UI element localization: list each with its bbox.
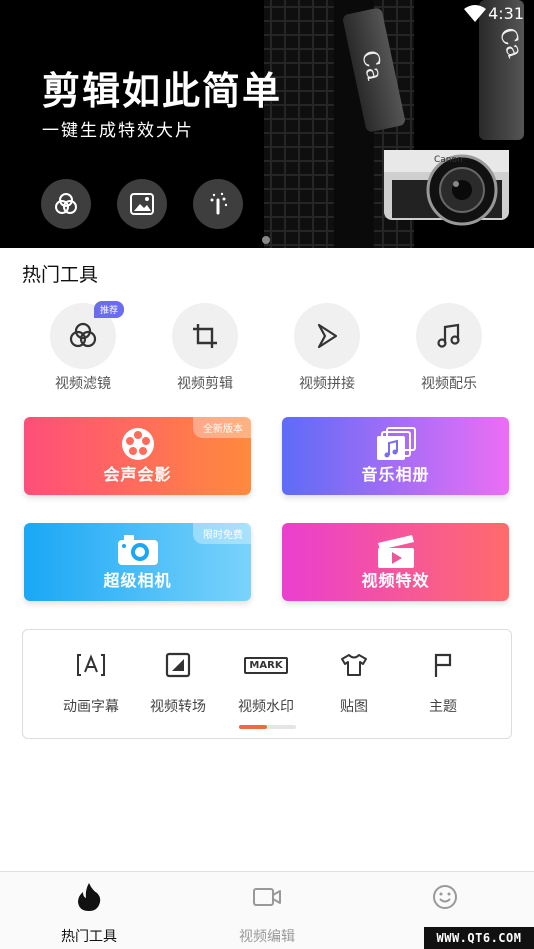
flame-icon [29, 880, 149, 914]
wifi-icon [464, 5, 486, 22]
card-label: 会声会影 [103, 465, 172, 484]
banner-image-button[interactable] [117, 179, 167, 229]
image-icon [130, 193, 154, 215]
recommend-badge: 推荐 [93, 301, 124, 318]
tool-video-watermark[interactable]: MARK 视频水印 [226, 650, 306, 716]
limited-free-badge: 限时免费 [193, 523, 251, 544]
card-label: 音乐相册 [361, 465, 430, 484]
crop-icon [193, 324, 217, 348]
filter-icon [55, 193, 77, 214]
tool-label: 视频配乐 [421, 376, 477, 392]
album-icon [376, 427, 416, 460]
card-video-effects[interactable]: 视频特效 [282, 523, 509, 601]
banner-title: 剪辑如此简单 [42, 69, 283, 113]
nav-hot-tools[interactable]: 热门工具 [29, 880, 149, 946]
banner-subtitle: 一键生成特效大片 [42, 121, 194, 141]
tool-video-cut[interactable]: 视频剪辑 [155, 303, 255, 393]
card-label: 视频特效 [361, 571, 430, 590]
card-super-camera[interactable]: 限时免费 超级相机 [24, 523, 251, 601]
video-camera-icon [207, 880, 327, 914]
nav-label: 热门工具 [61, 929, 117, 945]
tool-label: 贴图 [340, 699, 368, 715]
tool-sticker[interactable]: 贴图 [314, 650, 394, 716]
mark-icon-text: MARK [244, 656, 288, 674]
tool-label: 动画字幕 [63, 699, 119, 715]
card-huisheng-huiying[interactable]: 全新版本 会声会影 [24, 417, 251, 495]
filter-icon [69, 322, 97, 348]
clapper-icon [377, 535, 414, 568]
tshirt-icon [314, 650, 394, 680]
nav-video-edit[interactable]: 视频编辑 [207, 880, 327, 946]
hot-tools-title: 热门工具 [22, 264, 99, 286]
tool-icon-circle [172, 303, 238, 369]
tool-video-merge[interactable]: 视频拼接 [277, 303, 377, 393]
tool-label: 视频剪辑 [177, 376, 233, 392]
bottom-nav: 热门工具 视频编辑 WWW.QT6.COM [0, 871, 534, 949]
tool-label: 视频滤镜 [55, 376, 111, 392]
tool-animated-subtitle[interactable]: 动画字幕 [51, 650, 131, 716]
magic-wand-icon [210, 192, 228, 215]
banner[interactable]: Ca Ca Canon 4:31 剪辑如此简单 一键生成特效大片 [0, 0, 534, 248]
tool-video-music[interactable]: 视频配乐 [399, 303, 499, 393]
panel-scroll-track[interactable] [239, 725, 296, 729]
banner-magic-button[interactable] [193, 179, 243, 229]
tool-label: 视频水印 [238, 699, 294, 715]
banner-filter-button[interactable] [41, 179, 91, 229]
tool-icon-circle [294, 303, 360, 369]
nav-profile[interactable] [385, 880, 505, 926]
tool-label: 主题 [429, 699, 457, 715]
status-time: 4:31 [488, 4, 524, 23]
tool-video-transition[interactable]: 视频转场 [138, 650, 218, 716]
tool-label: 视频拼接 [299, 376, 355, 392]
more-tools-panel: 动画字幕 视频转场 MARK 视频水印 贴图 主题 [22, 629, 512, 739]
camera-icon [117, 535, 158, 565]
site-watermark: WWW.QT6.COM [424, 927, 534, 949]
mark-icon: MARK [226, 650, 306, 680]
tool-theme[interactable]: 主题 [403, 650, 483, 716]
svg-text:Canon: Canon [434, 155, 463, 165]
card-music-album[interactable]: 音乐相册 [282, 417, 509, 495]
music-note-icon [437, 323, 460, 348]
new-version-badge: 全新版本 [193, 417, 251, 438]
status-bar: 4:31 [0, 0, 534, 28]
tool-icon-circle: 推荐 [50, 301, 124, 369]
play-outline-icon [317, 323, 338, 349]
smiley-icon [385, 880, 505, 914]
film-reel-icon [121, 428, 154, 460]
tool-video-filter[interactable]: 推荐 视频滤镜 [33, 301, 133, 393]
transition-icon [138, 650, 218, 680]
text-a-icon [51, 650, 131, 680]
card-label: 超级相机 [103, 571, 172, 590]
panel-scroll-thumb[interactable] [239, 725, 267, 729]
camera-illustration: Ca Ca Canon [264, 0, 527, 248]
tool-icon-circle [416, 303, 482, 369]
nav-label: 视频编辑 [239, 929, 295, 945]
flag-icon [403, 650, 483, 680]
tool-label: 视频转场 [150, 699, 206, 715]
carousel-indicator [262, 236, 270, 244]
